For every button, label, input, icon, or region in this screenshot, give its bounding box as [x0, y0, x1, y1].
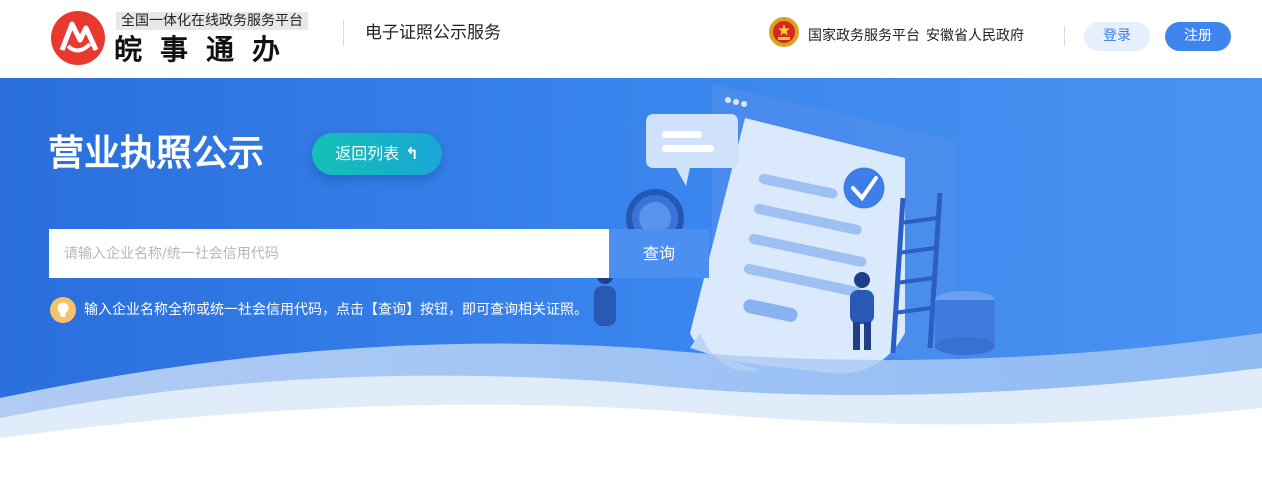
service-title: 电子证照公示服务	[365, 23, 501, 43]
back-to-list-button[interactable]: 返回列表 ↰	[312, 133, 442, 175]
return-arrow-icon: ↰	[405, 144, 419, 163]
back-button-label: 返回列表	[335, 144, 400, 163]
search-tip: 输入企业名称全称或统一社会信用代码，点击【查询】按钮，即可查询相关证照。	[84, 302, 588, 318]
gov-link-national[interactable]: 国家政务服务平台	[808, 28, 920, 44]
brand-name[interactable]: 皖事通办	[114, 33, 298, 67]
page-heading: 营业执照公示	[48, 133, 265, 174]
anhui-logo-icon[interactable]	[50, 10, 106, 66]
site-header: 全国一体化在线政务服务平台 皖事通办 电子证照公示服务 国家政务服务平台 安徽省人…	[0, 0, 1262, 78]
national-emblem-icon	[769, 17, 799, 47]
platform-tag: 全国一体化在线政务服务平台	[116, 12, 308, 30]
hero-banner: 营业执照公示 返回列表 ↰ 查询 输入企业名称全称或统一社会信用代码，点击【查询】…	[0, 78, 1262, 480]
gov-links: 国家政务服务平台 安徽省人民政府	[808, 26, 1030, 46]
login-button[interactable]: 登录	[1084, 22, 1150, 51]
header-divider	[343, 20, 344, 46]
header-divider-right	[1064, 26, 1065, 46]
search-input[interactable]	[49, 229, 609, 278]
gov-link-anhui[interactable]: 安徽省人民政府	[926, 28, 1024, 44]
register-button[interactable]: 注册	[1165, 22, 1231, 51]
lightbulb-icon	[50, 297, 76, 323]
search-button[interactable]: 查询	[609, 229, 709, 278]
